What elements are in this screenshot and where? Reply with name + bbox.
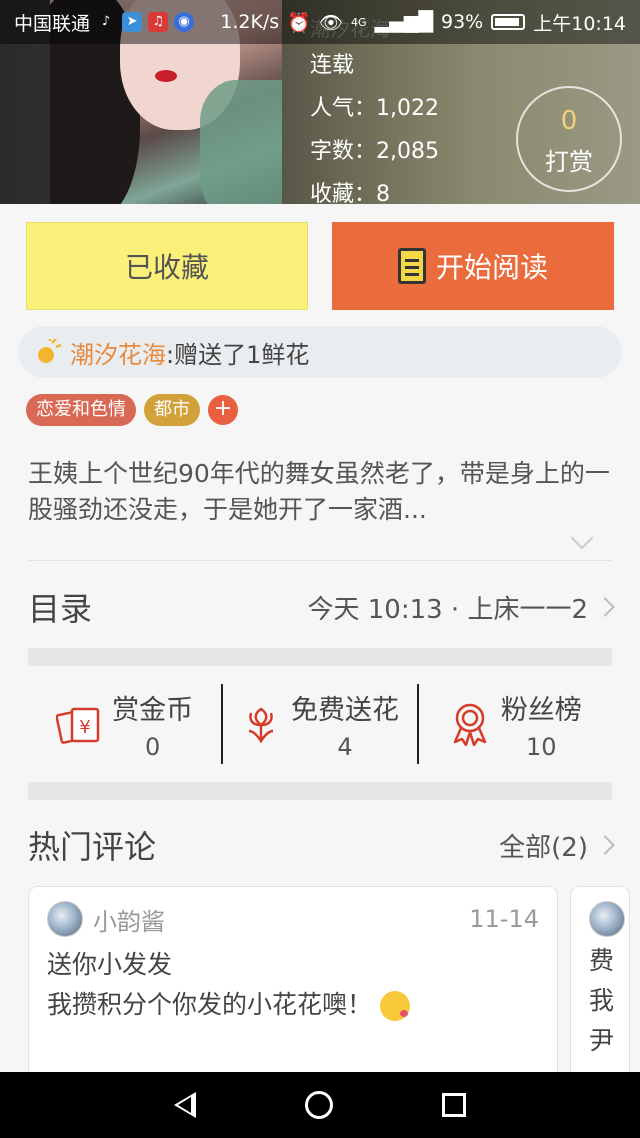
start-reading-button[interactable]: 开始阅读: [332, 222, 614, 310]
battery-icon: [491, 14, 526, 30]
start-reading-label: 开始阅读: [435, 251, 548, 284]
eye-icon: 👁: [318, 11, 344, 34]
reward-label: 打赏: [545, 148, 593, 176]
comment-peek-line: 我: [589, 986, 615, 1015]
latest-chapter: 今天 10:13 · 上床一一2: [307, 594, 588, 625]
svg-text:¥: ¥: [79, 717, 90, 738]
favorited-button[interactable]: 已收藏: [26, 222, 308, 310]
system-nav-bar: [0, 1072, 640, 1138]
comment-peek-line: 费: [589, 946, 615, 975]
chevron-right-icon: [595, 597, 615, 617]
reward-count: 0: [560, 106, 578, 136]
battery-percent: 93%: [441, 11, 484, 33]
reward-coins-label: 赏金币: [112, 694, 194, 726]
book-header: 潮汐花海 连载 人气：1,022 字数：2,085 收藏：8 0 打赏 中国联通…: [0, 0, 640, 204]
comment-line: 我攒积分个你发的小花花噢！: [47, 990, 373, 1019]
gift-notification[interactable]: 潮汐花海 :赠送了1鲜花: [18, 326, 622, 378]
telegram-icon: ➤: [122, 12, 143, 32]
flower-icon: [248, 707, 274, 744]
book-icon: [397, 248, 426, 284]
avatar: [589, 901, 625, 937]
kiss-emoji-icon: [379, 991, 410, 1021]
hot-comments-header: 热门评论 全部(2): [28, 822, 615, 868]
tag-list: 恋爱和色情 都市 +: [26, 394, 238, 426]
tag-romance[interactable]: 恋爱和色情: [26, 394, 136, 426]
chevron-right-icon[interactable]: [595, 835, 615, 855]
support-actions: ¥ 赏金币 0 免费送花 4 粉丝榜 10: [28, 684, 612, 764]
comment-peek-line: 尹: [589, 1026, 615, 1055]
fan-ranking-action[interactable]: 粉丝榜 10: [416, 684, 612, 764]
comment-card-peek[interactable]: 费 我 尹: [570, 886, 630, 1086]
free-flowers-value: 4: [337, 732, 353, 761]
divider: [28, 560, 612, 561]
book-word-count: 字数：2,085: [310, 139, 439, 164]
recent-apps-icon[interactable]: [441, 1093, 466, 1117]
signal-icon: ▂▄▆█: [374, 11, 433, 33]
clock-time: 上午10:14: [533, 12, 626, 35]
carrier-name: 中国联通: [14, 12, 91, 35]
comment-card[interactable]: 小韵酱 11-14 送你小发发 我攒积分个你发的小花花噢！: [28, 886, 558, 1086]
book-description[interactable]: 王姨上个世纪90年代的舞女虽然老了，带是身上的一股骚劲还没走，于是她开了一家酒.…: [28, 456, 618, 528]
avatar[interactable]: [47, 901, 83, 937]
fan-ranking-value: 10: [526, 732, 557, 761]
free-flowers-label: 免费送花: [290, 694, 399, 726]
section-separator: [28, 648, 612, 666]
free-flowers-action[interactable]: 免费送花 4: [221, 684, 416, 764]
all-comments-link[interactable]: 全部(2): [499, 827, 588, 864]
status-bar: 中国联通 ♪ ➤ ♫ ◉ 1.2K/s ⏰ 👁 4G ▂▄▆█ 93% 上午10…: [0, 0, 640, 44]
book-favorites: 收藏：8: [310, 182, 390, 204]
add-tag-button[interactable]: +: [208, 395, 238, 425]
cover-sweater: [200, 80, 282, 204]
gift-sender[interactable]: 潮汐花海: [70, 335, 166, 370]
cover-lips: [155, 70, 177, 82]
gift-message: :赠送了1鲜花: [166, 340, 310, 369]
globe-app-icon: ◉: [174, 12, 195, 32]
hot-comments-title: 热门评论: [28, 828, 157, 866]
medal-icon: [453, 703, 487, 746]
reward-button[interactable]: 0 打赏: [516, 86, 622, 192]
reward-coin-icon: ¥: [56, 707, 100, 744]
catalog-row[interactable]: 目录 今天 10:13 · 上床一一2: [28, 580, 615, 634]
home-icon[interactable]: [304, 1091, 333, 1119]
network-speed: 1.2K/s: [220, 11, 280, 33]
expand-chevron-icon[interactable]: [570, 526, 594, 550]
comment-username[interactable]: 小韵酱: [93, 902, 165, 937]
tiktok-icon: ♪: [101, 14, 111, 29]
comment-line: 送你小发发: [47, 950, 173, 979]
listen-app-icon: ♫: [148, 12, 169, 32]
fan-ranking-label: 粉丝榜: [500, 694, 582, 726]
tag-urban[interactable]: 都市: [144, 394, 200, 426]
book-popularity: 人气：1,022: [310, 96, 439, 121]
reward-coins-value: 0: [145, 732, 161, 761]
reward-coins-action[interactable]: ¥ 赏金币 0: [28, 684, 221, 764]
alarm-icon: ⏰: [287, 11, 311, 34]
comment-date: 11-14: [469, 905, 539, 933]
primary-actions: 已收藏 开始阅读: [26, 222, 614, 310]
catalog-title: 目录: [28, 590, 93, 628]
flower-burst-icon: [38, 339, 62, 363]
back-icon[interactable]: [174, 1092, 197, 1118]
network-type: 4G: [351, 15, 367, 29]
section-separator: [28, 782, 612, 800]
book-meta: 潮汐花海 连载 人气：1,022 字数：2,085 收藏：8: [310, 17, 439, 204]
